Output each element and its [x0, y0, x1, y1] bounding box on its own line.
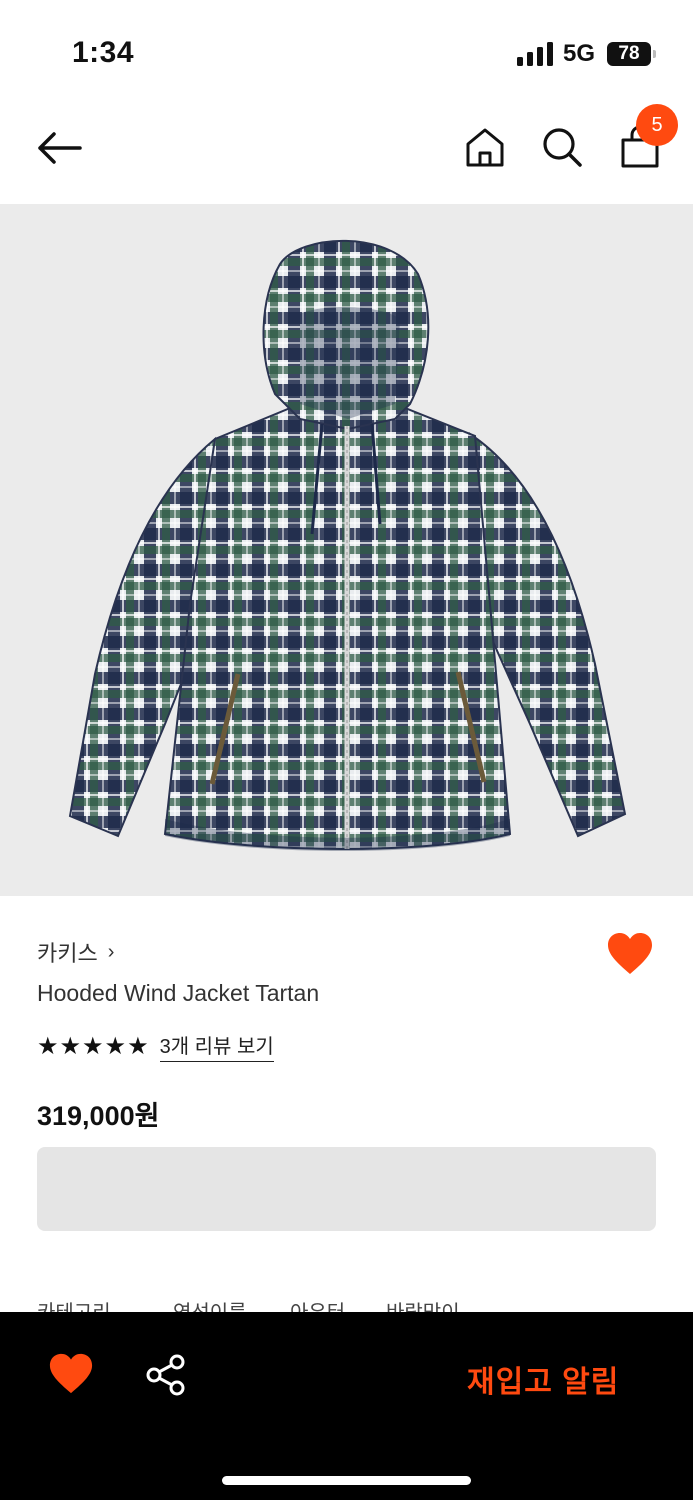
- heart-icon[interactable]: [606, 932, 654, 976]
- tab-outer[interactable]: 아우터: [290, 1296, 345, 1312]
- heart-icon[interactable]: [48, 1352, 94, 1396]
- brand-link[interactable]: 카키스 ›: [37, 936, 114, 968]
- restock-notify-button[interactable]: 재입고 알림: [467, 1357, 619, 1401]
- battery-icon: 78: [607, 42, 656, 68]
- reviews-link[interactable]: 3개 리뷰 보기: [159, 1030, 274, 1062]
- product-name: Hooded Wind Jacket Tartan: [37, 980, 320, 1006]
- product-image[interactable]: [0, 204, 693, 896]
- status-time: 1:34: [72, 36, 135, 69]
- option-selector[interactable]: [37, 1147, 656, 1231]
- jacket-illustration: [68, 239, 627, 851]
- tab-category[interactable]: 카테고리: [37, 1296, 111, 1312]
- arrow-left-icon[interactable]: [36, 128, 82, 168]
- share-icon[interactable]: [145, 1354, 187, 1396]
- chevron-right-icon: ›: [107, 940, 115, 963]
- brand-name: 카키스: [37, 941, 98, 966]
- rating-row: ★★★★★ 3개 리뷰 보기: [37, 1030, 274, 1062]
- search-icon[interactable]: [541, 126, 583, 168]
- tab-name[interactable]: 연선이름: [173, 1296, 247, 1312]
- network-type: 5G: [563, 40, 596, 67]
- status-bar: 1:34 5G 78: [0, 0, 693, 100]
- top-navigation: [0, 100, 693, 204]
- battery-level: 78: [618, 43, 640, 64]
- cellular-signal-icon: [517, 42, 553, 66]
- tab-windbreaker[interactable]: 바람막이: [386, 1296, 460, 1312]
- product-price: 319,000원: [37, 1101, 160, 1131]
- category-breadcrumb: 카테고리 연선이름 아우터 바람막이: [0, 1296, 693, 1312]
- bottom-action-bar: 재입고 알림: [0, 1312, 693, 1500]
- rating-stars: ★★★★★: [37, 1032, 150, 1060]
- home-icon[interactable]: [464, 126, 506, 168]
- home-indicator: [222, 1476, 471, 1485]
- cart-count-badge: 5: [636, 104, 678, 146]
